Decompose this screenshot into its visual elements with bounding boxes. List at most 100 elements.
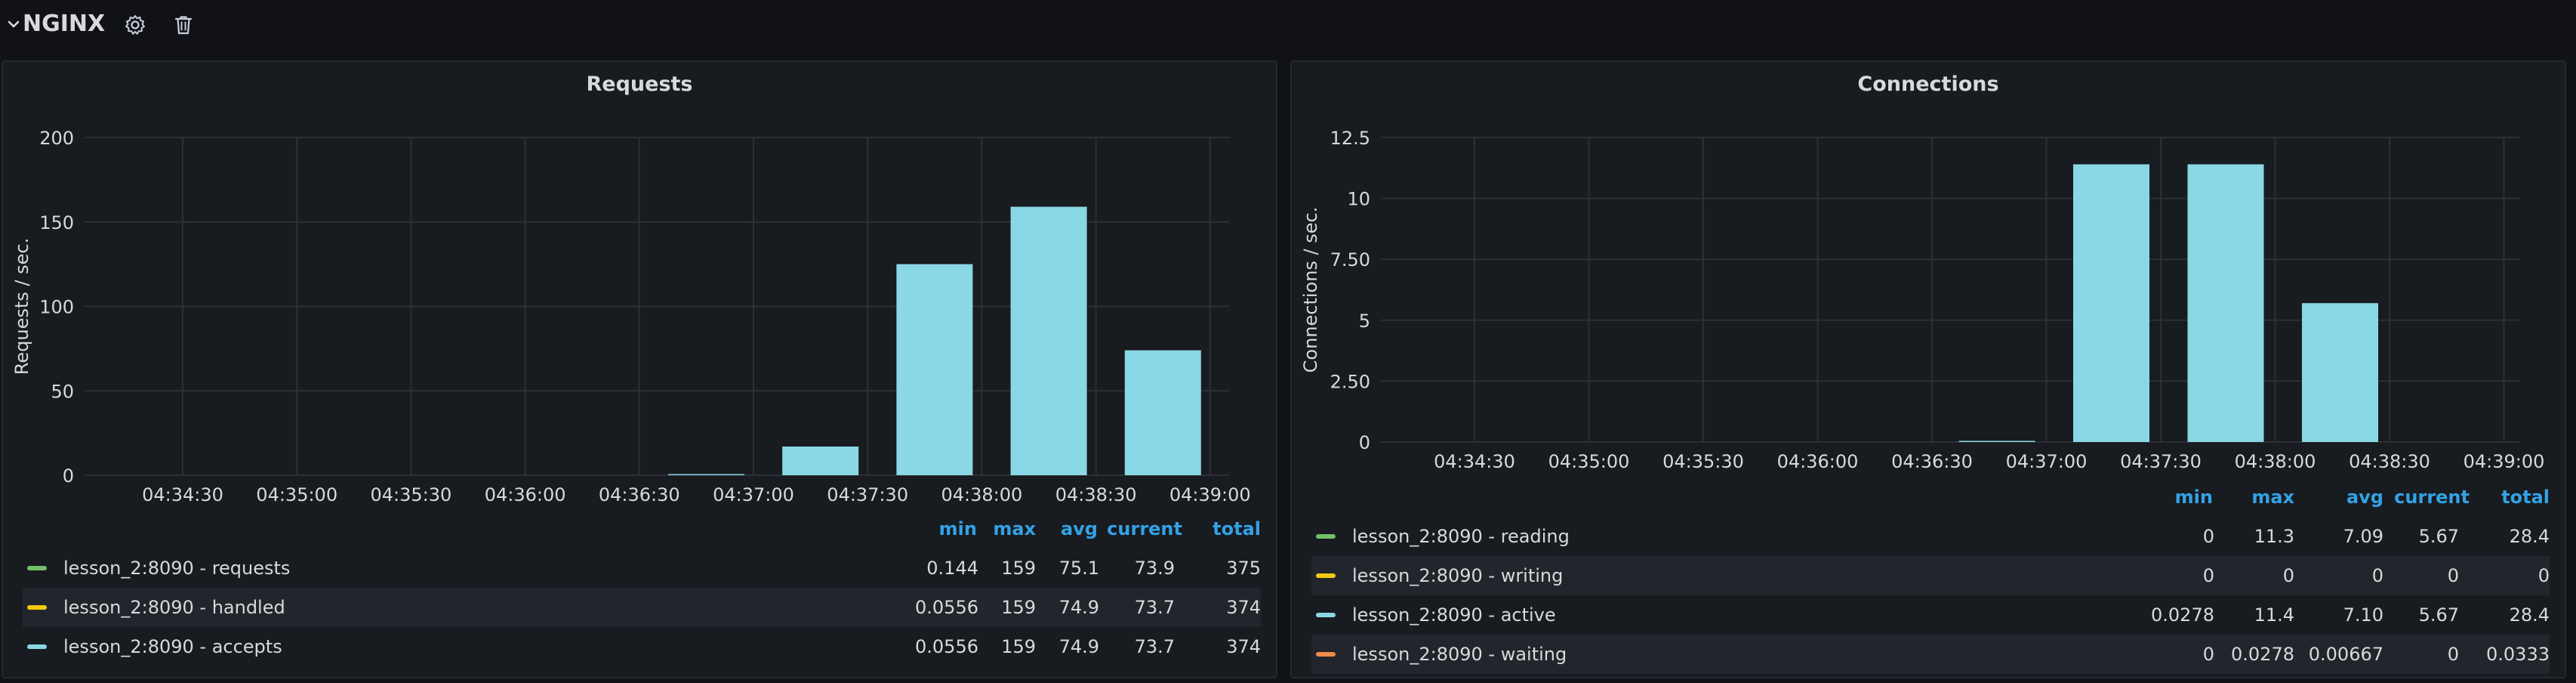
legend-header-total[interactable]: total bbox=[2501, 487, 2550, 508]
y-tick-label: 50 bbox=[51, 381, 74, 402]
legend-header-total[interactable]: total bbox=[1213, 518, 1261, 539]
series-color-swatch[interactable] bbox=[1316, 613, 1336, 617]
legend-avg: 74.9 bbox=[1058, 597, 1099, 618]
y-tick-label: 150 bbox=[39, 212, 74, 233]
legend-header-current[interactable]: current bbox=[1107, 518, 1182, 539]
legend-min: 0 bbox=[2202, 644, 2214, 665]
y-tick-label: 200 bbox=[39, 128, 74, 149]
legend-label[interactable]: lesson_2:8090 - accepts bbox=[63, 636, 282, 657]
legend-avg: 7.09 bbox=[2343, 526, 2383, 547]
legend-header: min max avg current total bbox=[1292, 487, 2568, 509]
legend-total: 374 bbox=[1226, 636, 1261, 657]
x-tick-label: 04:34:30 bbox=[142, 484, 223, 505]
legend-header-max[interactable]: max bbox=[993, 518, 1036, 539]
legend-max: 0 bbox=[2282, 565, 2294, 586]
legend-label[interactable]: lesson_2:8090 - waiting bbox=[1352, 644, 1567, 665]
x-tick-label: 04:37:30 bbox=[827, 484, 908, 505]
x-tick-label: 04:36:00 bbox=[485, 484, 566, 505]
legend-item[interactable]: lesson_2:8090 - handled 0.0556 159 74.9 … bbox=[23, 588, 1261, 627]
legend-header-min[interactable]: min bbox=[2175, 487, 2213, 508]
legend-total: 28.4 bbox=[2509, 526, 2550, 547]
legend-min: 0 bbox=[2202, 565, 2214, 586]
legend-label[interactable]: lesson_2:8090 - requests bbox=[63, 558, 290, 579]
bar bbox=[896, 264, 973, 475]
requests-panel[interactable]: Requests 0 50 100 150 200 04:34:30 04:35:00 04:… bbox=[2, 60, 1277, 678]
x-tick-label: 04:35:00 bbox=[1548, 451, 1630, 472]
bar bbox=[1958, 440, 2035, 442]
requests-chart[interactable]: 0 50 100 150 200 04:34:30 04:35:00 04:35:30 04:3… bbox=[3, 62, 1279, 530]
bar bbox=[782, 447, 859, 475]
legend-header-avg[interactable]: avg bbox=[2346, 487, 2383, 508]
x-tick-label: 04:38:00 bbox=[941, 484, 1023, 505]
legend-header-avg[interactable]: avg bbox=[1061, 518, 1098, 539]
legend-current: 5.67 bbox=[2418, 526, 2459, 547]
x-tick-label: 04:39:00 bbox=[1169, 484, 1251, 505]
gear-icon[interactable] bbox=[123, 13, 147, 37]
chevron-down-icon[interactable] bbox=[5, 15, 23, 33]
x-tick-label: 04:37:00 bbox=[2006, 451, 2088, 472]
trash-icon[interactable] bbox=[171, 13, 196, 37]
legend-item[interactable]: lesson_2:8090 - accepts 0.0556 159 74.9 … bbox=[23, 627, 1261, 666]
y-tick-label: 10 bbox=[1347, 189, 1370, 210]
series-color-swatch[interactable] bbox=[1316, 652, 1336, 657]
x-tick-label: 04:38:30 bbox=[1055, 484, 1137, 505]
y-tick-label: 7.50 bbox=[1330, 249, 1370, 270]
series-color-swatch[interactable] bbox=[27, 644, 47, 649]
legend-header-max[interactable]: max bbox=[2251, 487, 2294, 508]
legend-avg: 75.1 bbox=[1058, 558, 1099, 579]
bar bbox=[2073, 164, 2149, 443]
legend-total: 0.0333 bbox=[2486, 644, 2550, 665]
legend-current: 73.7 bbox=[1134, 636, 1175, 657]
legend-current: 73.7 bbox=[1134, 597, 1175, 618]
legend-total: 28.4 bbox=[2509, 604, 2550, 626]
legend-current: 5.67 bbox=[2418, 604, 2459, 626]
bar bbox=[2187, 164, 2264, 443]
legend-item[interactable]: lesson_2:8090 - writing 0 0 0 0 0 bbox=[1311, 556, 2550, 595]
legend-max: 0.0278 bbox=[2231, 644, 2294, 665]
y-tick-label: 0 bbox=[1359, 432, 1370, 453]
legend-label[interactable]: lesson_2:8090 - reading bbox=[1352, 526, 1570, 547]
legend-header-current[interactable]: current bbox=[2394, 487, 2470, 508]
legend-total: 374 bbox=[1226, 597, 1261, 618]
legend-min: 0 bbox=[2202, 526, 2214, 547]
legend-item[interactable]: lesson_2:8090 - waiting 0 0.0278 0.00667… bbox=[1311, 635, 2550, 674]
legend-avg: 74.9 bbox=[1058, 636, 1099, 657]
series-color-swatch[interactable] bbox=[1316, 534, 1336, 539]
x-tick-label: 04:38:30 bbox=[2349, 451, 2430, 472]
legend-avg: 7.10 bbox=[2343, 604, 2383, 626]
legend-item[interactable]: lesson_2:8090 - requests 0.144 159 75.1 … bbox=[23, 549, 1261, 588]
legend-header-min[interactable]: min bbox=[939, 518, 977, 539]
legend-header: min max avg current total bbox=[3, 518, 1279, 541]
row-header: NGINX bbox=[0, 0, 2576, 54]
legend-label[interactable]: lesson_2:8090 - handled bbox=[63, 597, 285, 618]
y-tick-label: 0 bbox=[63, 465, 74, 487]
connections-panel[interactable]: Connections 0 2.50 5 7.50 10 12.5 04:34:30 04:3… bbox=[1290, 60, 2566, 678]
legend-item[interactable]: lesson_2:8090 - active 0.0278 11.4 7.10 … bbox=[1311, 595, 2550, 635]
legend-max: 159 bbox=[1001, 597, 1036, 618]
legend-avg: 0 bbox=[2371, 565, 2383, 586]
legend-item[interactable]: lesson_2:8090 - reading 0 11.3 7.09 5.67… bbox=[1311, 517, 2550, 556]
legend-min: 0.0556 bbox=[915, 636, 978, 657]
bar bbox=[2302, 303, 2378, 442]
x-tick-label: 04:35:30 bbox=[371, 484, 452, 505]
y-tick-label: 5 bbox=[1359, 311, 1370, 332]
legend-label[interactable]: lesson_2:8090 - active bbox=[1352, 604, 1556, 626]
x-tick-label: 04:39:00 bbox=[2464, 451, 2545, 472]
row-title[interactable]: NGINX bbox=[23, 11, 105, 37]
y-axis-label: Requests / sec. bbox=[11, 238, 32, 375]
legend-max: 159 bbox=[1001, 636, 1036, 657]
series-color-swatch[interactable] bbox=[1316, 573, 1336, 578]
legend-total: 0 bbox=[2537, 565, 2550, 586]
legend-max: 11.4 bbox=[2254, 604, 2294, 626]
y-tick-label: 2.50 bbox=[1330, 371, 1370, 392]
legend-label[interactable]: lesson_2:8090 - writing bbox=[1352, 565, 1563, 586]
legend-max: 11.3 bbox=[2254, 526, 2294, 547]
connections-chart[interactable]: 0 2.50 5 7.50 10 12.5 04:34:30 04:35:00 04:35:30… bbox=[1292, 62, 2568, 485]
series-color-swatch[interactable] bbox=[27, 566, 47, 570]
series-color-swatch[interactable] bbox=[27, 605, 47, 610]
legend-total: 375 bbox=[1226, 558, 1261, 579]
x-tick-label: 04:36:00 bbox=[1777, 451, 1859, 472]
x-tick-label: 04:36:30 bbox=[1891, 451, 1973, 472]
x-tick-label: 04:34:30 bbox=[1434, 451, 1515, 472]
y-tick-label: 12.5 bbox=[1330, 128, 1370, 149]
